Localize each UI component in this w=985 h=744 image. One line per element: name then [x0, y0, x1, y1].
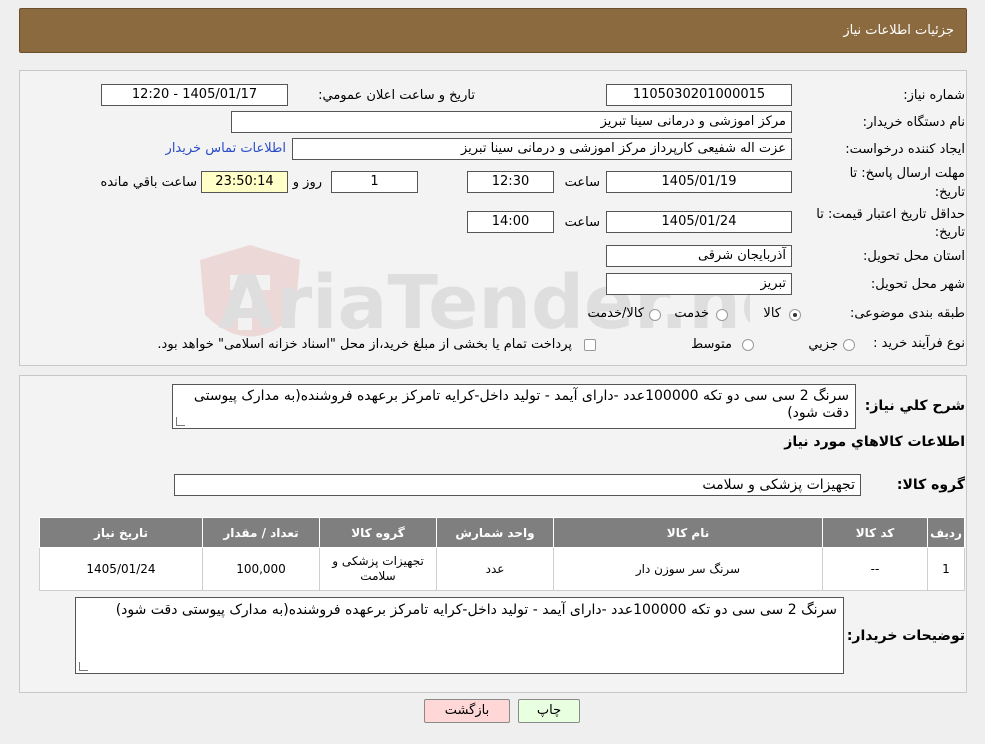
treasury-checkbox[interactable] [584, 339, 596, 351]
validity-label-date: تاريخ: [934, 225, 965, 240]
summary-textarea[interactable]: سرنگ 2 سی سی دو تکه 100000عدد -دارای آیم… [172, 384, 856, 429]
items-table: رديف کد کالا نام کالا واحد شمارش گروه کا… [39, 517, 965, 591]
validity-label: حداقل تاريخ اعتبار قيمت: تا [816, 207, 965, 222]
need-number-field: 1105030201000015 [606, 84, 792, 106]
group-label: گروه کالا: [896, 477, 965, 493]
creator-field: عزت اله شفیعی کارپرداز مرکز اموزشی و درم… [292, 138, 792, 160]
deadline-label: مهلت ارسال پاسخ: تا [849, 166, 965, 181]
cell-group: تجهیزات پزشکی و سلامت [319, 547, 437, 591]
col-code-header: کد کالا [822, 517, 928, 548]
purchase-small-label: جزيي [808, 337, 838, 352]
col-date-header: تاريخ نياز [39, 517, 203, 548]
purchase-medium-label: متوسط [691, 337, 732, 352]
validity-time-label: ساعت [564, 215, 600, 230]
city-label: شهر محل تحويل: [870, 277, 965, 292]
purchase-small-radio[interactable] [843, 339, 855, 351]
col-qty-header: تعداد / مقدار [202, 517, 320, 548]
col-group-header: گروه کالا [319, 517, 437, 548]
category-goods-radio[interactable] [789, 309, 801, 321]
announce-field: 1405/01/17 - 12:20 [101, 84, 288, 106]
days-field: 1 [331, 171, 418, 193]
purchase-medium-radio[interactable] [742, 339, 754, 351]
remaining-time-field: 23:50:14 [201, 171, 288, 193]
announce-label: تاریخ و ساعت اعلان عمومي: [318, 88, 475, 103]
province-label: استان محل تحويل: [863, 249, 965, 264]
cell-code: -- [822, 547, 928, 591]
validity-time-field: 14:00 [467, 211, 554, 233]
resize-grip-icon[interactable] [79, 662, 88, 671]
cell-name: سرنگ سر سوزن دار [553, 547, 823, 591]
purchase-note: پرداخت تمام يا بخشی از مبلغ خريد،از محل … [157, 337, 572, 352]
deadline-time-label: ساعت [564, 175, 600, 190]
col-row-header: رديف [927, 517, 965, 548]
cell-date: 1405/01/24 [39, 547, 203, 591]
resize-grip-icon[interactable] [176, 417, 185, 426]
items-section-title: اطلاعات کالاهاي مورد نياز [784, 434, 965, 450]
need-number-label: شماره نیاز: [903, 88, 965, 103]
col-unit-header: واحد شمارش [436, 517, 554, 548]
buyer-notes-label: توضيحات خريدار: [846, 628, 965, 644]
deadline-date-field: 1405/01/19 [606, 171, 792, 193]
remaining-label: ساعت باقي مانده [100, 175, 197, 190]
category-both-label: کالا/خدمت [587, 306, 644, 321]
cell-qty: 100,000 [202, 547, 320, 591]
group-field: تجهیزات پزشکی و سلامت [174, 474, 861, 496]
city-field: تبریز [606, 273, 792, 295]
category-label: طبقه بندی موضوعی: [849, 306, 965, 321]
print-button[interactable]: چاپ [518, 699, 580, 723]
buyer-notes-textarea[interactable]: سرنگ 2 سی سی دو تکه 100000عدد -دارای آیم… [75, 597, 844, 674]
category-service-label: خدمت [674, 306, 709, 321]
purchase-type-label: نوع فرآيند خريد : [873, 336, 965, 351]
back-button[interactable]: بازگشت [424, 699, 510, 723]
buyer-notes-text: سرنگ 2 سی سی دو تکه 100000عدد -دارای آیم… [115, 602, 837, 618]
cell-row: 1 [927, 547, 965, 591]
contact-buyer-link[interactable]: اطلاعات تماس خريدار [166, 141, 286, 156]
page-header: جزئیات اطلاعات نیاز [19, 8, 967, 53]
page-title: جزئیات اطلاعات نیاز [843, 23, 954, 38]
summary-label: شرح کلي نياز: [864, 398, 965, 414]
days-label: روز و [292, 175, 322, 190]
buyer-org-label: نام دستگاه خريدار: [862, 115, 965, 130]
category-both-radio[interactable] [649, 309, 661, 321]
creator-label: ايجاد کننده درخواست: [845, 142, 965, 157]
category-goods-label: کالا [763, 306, 781, 321]
cell-unit: عدد [436, 547, 554, 591]
deadline-time-field: 12:30 [467, 171, 554, 193]
category-service-radio[interactable] [716, 309, 728, 321]
table-header-row: رديف کد کالا نام کالا واحد شمارش گروه کا… [39, 517, 965, 548]
deadline-label-date: تاريخ: [934, 185, 965, 200]
col-name-header: نام کالا [553, 517, 823, 548]
buyer-org-field: مرکز اموزشی و درمانی سینا تبریز [231, 111, 792, 133]
table-row: 1 -- سرنگ سر سوزن دار عدد تجهیزات پزشکی … [39, 547, 965, 591]
province-field: آذربایجان شرقی [606, 245, 792, 267]
summary-text: سرنگ 2 سی سی دو تکه 100000عدد -دارای آیم… [193, 388, 849, 421]
validity-date-field: 1405/01/24 [606, 211, 792, 233]
